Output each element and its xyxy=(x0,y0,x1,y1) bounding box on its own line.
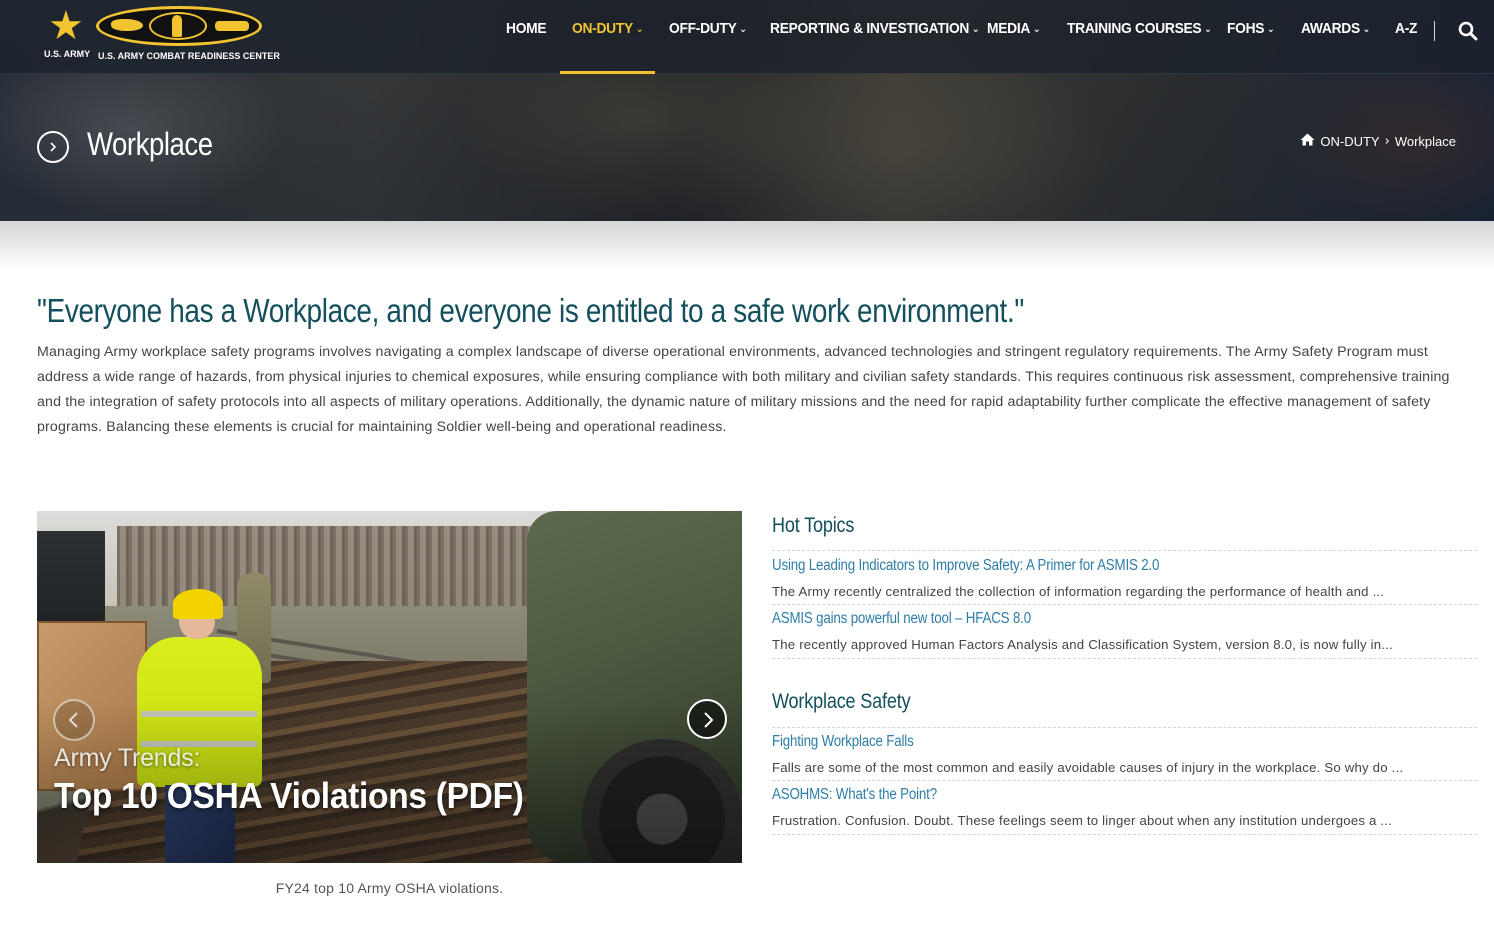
hot-topic-link[interactable]: Using Leading Indicators to Improve Safe… xyxy=(772,557,1159,575)
crc-logo: U.S. ARMY COMBAT READINESS CENTER xyxy=(96,6,280,64)
hot-topic-summary: The recently approved Human Factors Anal… xyxy=(772,637,1393,652)
hot-topics-title: Hot Topics xyxy=(772,514,855,537)
workplace-safety-link[interactable]: ASOHMS: What's the Point? xyxy=(772,786,937,804)
carousel-prev-button[interactable] xyxy=(53,699,95,741)
divider xyxy=(772,658,1477,659)
breadcrumb-current: Workplace xyxy=(1394,133,1456,149)
breadcrumb: ON-DUTY › Workplace xyxy=(1300,132,1456,150)
breadcrumb-separator: › xyxy=(1384,133,1390,149)
featured-carousel[interactable]: Army Trends: Top 10 OSHA Violations (PDF… xyxy=(37,511,742,863)
nav-home[interactable]: HOME xyxy=(506,20,547,42)
chevron-down-icon: ⌄ xyxy=(971,24,980,35)
nav-active-indicator xyxy=(560,71,655,74)
crc-emblem-icon xyxy=(96,6,262,46)
page-title: Workplace xyxy=(87,126,213,162)
chevron-down-icon: ⌄ xyxy=(635,24,644,35)
home-icon[interactable] xyxy=(1300,133,1315,149)
hot-topic-link[interactable]: ASMIS gains powerful new tool – HFACS 8.… xyxy=(772,610,1031,628)
chevron-down-icon: ⌄ xyxy=(1204,24,1212,35)
chevron-down-icon: ⌄ xyxy=(739,24,747,35)
nav-divider xyxy=(1434,21,1435,41)
nav-fohs[interactable]: FOHS ⌄ xyxy=(1227,20,1275,42)
nav-reporting-investigation[interactable]: REPORTING & INVESTIGATION ⌄ xyxy=(770,20,980,42)
carousel-next-button[interactable] xyxy=(687,699,727,739)
nav-awards[interactable]: AWARDS ⌄ xyxy=(1301,20,1370,42)
nav-a-z[interactable]: A-Z xyxy=(1395,20,1417,42)
chevron-down-icon: ⌄ xyxy=(1032,24,1041,35)
chevron-down-icon: ⌄ xyxy=(1362,24,1371,35)
carousel-description: FY24 top 10 Army OSHA violations. xyxy=(275,880,504,896)
divider xyxy=(772,834,1477,835)
chevron-down-icon: ⌄ xyxy=(1266,24,1275,35)
divider xyxy=(772,550,1477,551)
workplace-safety-title: Workplace Safety xyxy=(772,690,911,713)
star-icon: ★ xyxy=(48,3,84,49)
divider xyxy=(772,727,1477,728)
army-logo-text: U.S. ARMY xyxy=(44,49,91,59)
divider xyxy=(772,604,1477,605)
carousel-caption-title[interactable]: Top 10 OSHA Violations (PDF) xyxy=(54,775,524,817)
workplace-safety-link[interactable]: Fighting Workplace Falls xyxy=(772,733,914,751)
divider xyxy=(772,780,1477,781)
intro-headline: "Everyone has a Workplace, and everyone … xyxy=(37,292,1024,329)
hero-shadow xyxy=(0,221,1494,271)
carousel-caption-subtitle: Army Trends: xyxy=(54,744,201,772)
chevron-right-circle-icon xyxy=(37,131,69,163)
top-navbar: ★ U.S. ARMY U.S. ARMY COMBAT READINESS C… xyxy=(0,0,1494,74)
nav-off-duty[interactable]: OFF-DUTY ⌄ xyxy=(669,20,747,42)
workplace-safety-summary: Falls are some of the most common and ea… xyxy=(772,760,1404,775)
breadcrumb-parent-link[interactable]: ON-DUTY xyxy=(1320,134,1379,149)
nav-training-courses[interactable]: TRAINING COURSES ⌄ xyxy=(1067,20,1212,42)
intro-paragraph: Managing Army workplace safety programs … xyxy=(37,344,1450,435)
workplace-safety-summary: Frustration. Confusion. Doubt. These fee… xyxy=(772,813,1393,828)
army-star-logo: ★ U.S. ARMY xyxy=(44,4,92,64)
nav-on-duty[interactable]: ON-DUTY ⌄ xyxy=(572,20,643,42)
hot-topic-summary: The Army recently centralized the collec… xyxy=(772,584,1385,599)
search-icon[interactable] xyxy=(1458,21,1478,41)
site-logo[interactable]: ★ U.S. ARMY U.S. ARMY COMBAT READINESS C… xyxy=(44,4,280,64)
crc-logo-text: U.S. ARMY COMBAT READINESS CENTER xyxy=(98,51,280,61)
nav-media[interactable]: MEDIA ⌄ xyxy=(987,20,1041,42)
